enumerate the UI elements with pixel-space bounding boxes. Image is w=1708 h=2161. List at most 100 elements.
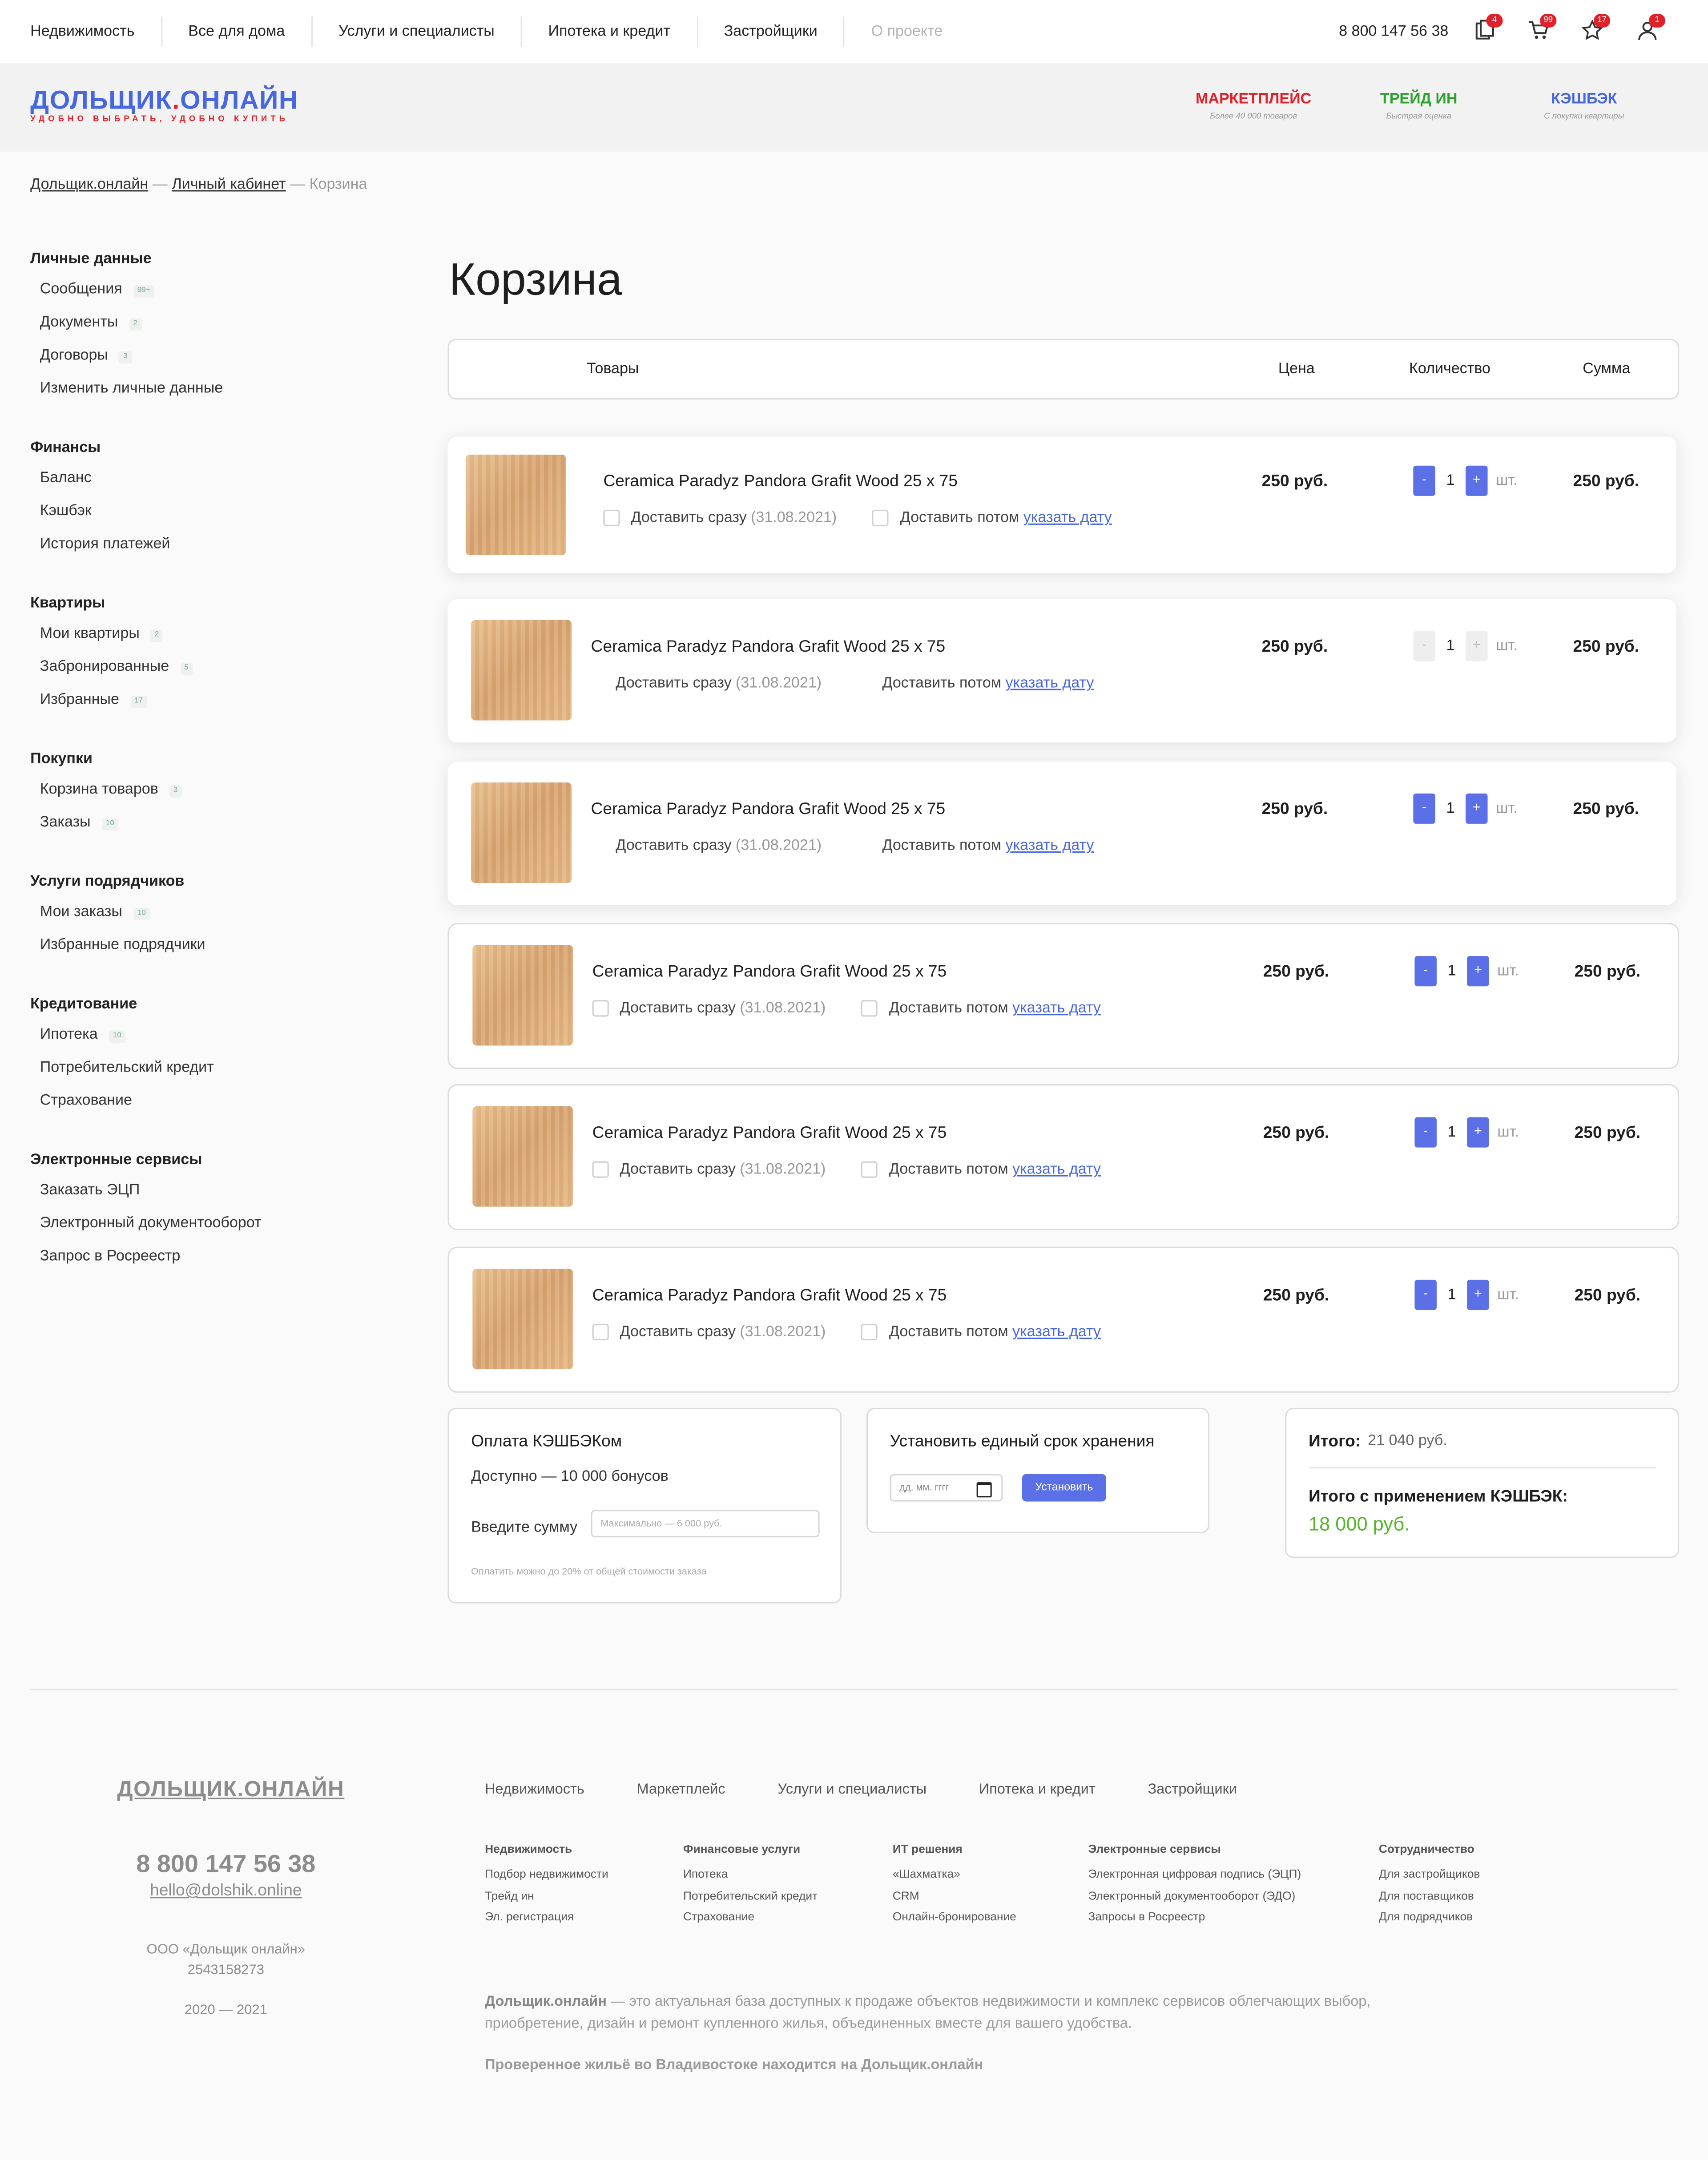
deliver-now-option[interactable]: Доставить сразу (31.08.2021) (616, 675, 822, 691)
deliver-later-option[interactable]: Доставить потом указать дату (872, 509, 1112, 526)
footer-link[interactable]: Трейд ин (485, 1888, 608, 1902)
qty-plus-button[interactable]: + (1467, 1279, 1489, 1310)
quantity-stepper[interactable]: -1 + шт. (1413, 793, 1518, 824)
product-image[interactable] (472, 945, 573, 1046)
qty-plus-button[interactable]: + (1465, 465, 1488, 496)
sidebar-item[interactable]: Избранные 17 (30, 690, 388, 723)
qty-value[interactable]: 1 (1436, 956, 1467, 987)
storage-date-input[interactable]: дд. мм. гггг (890, 1474, 1003, 1502)
product-image[interactable] (472, 1269, 573, 1370)
product-image[interactable] (465, 454, 566, 556)
pick-date-link[interactable]: указать дату (1012, 1161, 1101, 1178)
storage-set-button[interactable]: Установить (1022, 1474, 1106, 1502)
topnav-item-services[interactable]: Услуги и специалисты (312, 16, 522, 47)
quantity-stepper[interactable]: -1 + шт. (1414, 1117, 1519, 1148)
qty-plus-button[interactable]: + (1465, 631, 1488, 661)
sidebar-item[interactable]: Сообщения 99+ (30, 280, 388, 313)
footer-link[interactable]: Для подрядчиков (1379, 1909, 1480, 1923)
footer-nav-item[interactable]: Услуги и специалисты (777, 1781, 927, 1798)
qty-plus-button[interactable]: + (1465, 793, 1488, 824)
footer-nav-item[interactable]: Недвижимость (485, 1781, 584, 1798)
compare-icon[interactable]: 4 (1474, 13, 1503, 44)
sidebar-item[interactable]: Страхование (30, 1091, 388, 1124)
deliver-now-option[interactable]: Доставить сразу (31.08.2021) (592, 1161, 826, 1178)
favorites-icon[interactable]: 17 (1581, 13, 1611, 44)
pick-date-link[interactable]: указать дату (1012, 1000, 1101, 1016)
promo-tradein[interactable]: ТРЕЙД ИН Быстрая оценка (1336, 91, 1502, 121)
footer-link[interactable]: Электронная цифровая подпись (ЭЦП) (1088, 1867, 1301, 1880)
deliver-later-option[interactable]: Доставить потом указать дату (861, 1161, 1101, 1178)
sidebar-item[interactable]: Баланс (30, 468, 388, 501)
deliver-later-checkbox[interactable] (861, 1000, 878, 1017)
topnav-item-mortgage[interactable]: Ипотека и кредит (522, 16, 698, 47)
topnav-item-realty[interactable]: Недвижимость (0, 16, 162, 47)
sidebar-item[interactable]: Ипотека 10 (30, 1025, 388, 1058)
footer-email[interactable]: hello@dolshik.online (89, 1880, 362, 1899)
quantity-stepper[interactable]: -1 + шт. (1413, 631, 1518, 661)
deliver-now-checkbox[interactable] (592, 1161, 609, 1178)
breadcrumb-home[interactable]: Дольщик.онлайн (30, 176, 148, 193)
footer-link[interactable]: Онлайн-бронирование (893, 1909, 1016, 1923)
quantity-stepper[interactable]: -1 + шт. (1413, 465, 1518, 496)
qty-minus-button[interactable]: - (1414, 956, 1437, 987)
sidebar-item[interactable]: Мои заказы 10 (30, 902, 388, 935)
product-name[interactable]: Ceramica Paradyz Pandora Grafit Wood 25 … (591, 799, 946, 818)
calendar-icon[interactable] (976, 1482, 992, 1498)
footer-nav-item[interactable]: Маркетплейс (636, 1781, 725, 1798)
topnav-item-developers[interactable]: Застройщики (698, 16, 845, 47)
sidebar-item[interactable]: Заказы 10 (30, 813, 388, 846)
qty-minus-button[interactable]: - (1413, 631, 1435, 661)
deliver-now-checkbox[interactable] (592, 1324, 609, 1341)
pick-date-link[interactable]: указать дату (1023, 510, 1112, 526)
promo-cashback[interactable]: КЭШБЭК С покупки квартиры (1502, 91, 1667, 121)
deliver-later-checkbox[interactable] (861, 1161, 878, 1178)
sidebar-item[interactable]: Заказать ЭЦП (30, 1181, 388, 1214)
qty-value[interactable]: 1 (1435, 631, 1466, 661)
qty-minus-button[interactable]: - (1414, 1117, 1437, 1148)
sidebar-item[interactable]: Электронный документооборот (30, 1214, 388, 1246)
deliver-later-checkbox[interactable] (861, 1324, 878, 1341)
pick-date-link[interactable]: указать дату (1005, 675, 1094, 691)
quantity-stepper[interactable]: -1 + шт. (1414, 956, 1519, 987)
topnav-item-home[interactable]: Все для дома (162, 16, 313, 47)
product-name[interactable]: Ceramica Paradyz Pandora Grafit Wood 25 … (591, 637, 946, 656)
qty-plus-button[interactable]: + (1467, 956, 1489, 987)
footer-link[interactable]: Запросы в Росреестр (1088, 1909, 1301, 1923)
product-image[interactable] (472, 1106, 573, 1207)
profile-icon[interactable]: 1 (1636, 13, 1666, 44)
sidebar-item[interactable]: Документы 2 (30, 313, 388, 346)
deliver-now-option[interactable]: Доставить сразу (31.08.2021) (616, 838, 822, 854)
cart-icon[interactable]: 99 (1527, 13, 1557, 44)
product-name[interactable]: Ceramica Paradyz Pandora Grafit Wood 25 … (592, 1123, 947, 1142)
footer-nav-item[interactable]: Застройщики (1148, 1781, 1237, 1798)
sidebar-item[interactable]: Забронированные 5 (30, 657, 388, 690)
qty-plus-button[interactable]: + (1467, 1117, 1489, 1148)
cashback-amount-input[interactable]: Максимально — 6 000 руб. (591, 1510, 820, 1538)
qty-value[interactable]: 1 (1436, 1279, 1467, 1310)
sidebar-item[interactable]: Мои квартиры 2 (30, 624, 388, 657)
promo-marketplace[interactable]: МАРКЕТПЛЕЙС Более 40 000 товаров (1171, 91, 1336, 121)
footer-link[interactable]: Для поставщиков (1379, 1888, 1480, 1902)
footer-link[interactable]: Потребительский кредит (683, 1888, 818, 1902)
breadcrumb-cabinet[interactable]: Личный кабинет (172, 176, 286, 193)
product-image[interactable] (471, 782, 572, 883)
sidebar-item[interactable]: Изменить личные данные (30, 379, 388, 412)
product-name[interactable]: Ceramica Paradyz Pandora Grafit Wood 25 … (603, 471, 958, 490)
footer-link[interactable]: «Шахматка» (893, 1867, 1016, 1880)
sidebar-item[interactable]: Запрос в Росреестр (30, 1247, 388, 1280)
sidebar-item[interactable]: История платежей (30, 535, 388, 568)
footer-link[interactable]: Эл. регистрация (485, 1909, 608, 1923)
sidebar-item[interactable]: Договоры 3 (30, 346, 388, 379)
qty-minus-button[interactable]: - (1413, 793, 1435, 824)
product-name[interactable]: Ceramica Paradyz Pandora Grafit Wood 25 … (592, 1285, 947, 1304)
sidebar-item[interactable]: Корзина товаров 3 (30, 780, 388, 813)
product-name[interactable]: Ceramica Paradyz Pandora Grafit Wood 25 … (592, 962, 947, 981)
footer-nav-item[interactable]: Ипотека и кредит (979, 1781, 1096, 1798)
footer-link[interactable]: Ипотека (683, 1867, 818, 1880)
pick-date-link[interactable]: указать дату (1012, 1324, 1101, 1340)
qty-value[interactable]: 1 (1436, 1117, 1467, 1148)
quantity-stepper[interactable]: -1 + шт. (1414, 1279, 1519, 1310)
deliver-now-option[interactable]: Доставить сразу (31.08.2021) (592, 1000, 826, 1017)
deliver-later-option[interactable]: Доставить потом указать дату (882, 838, 1094, 854)
topnav-item-about[interactable]: О проекте (845, 16, 969, 47)
